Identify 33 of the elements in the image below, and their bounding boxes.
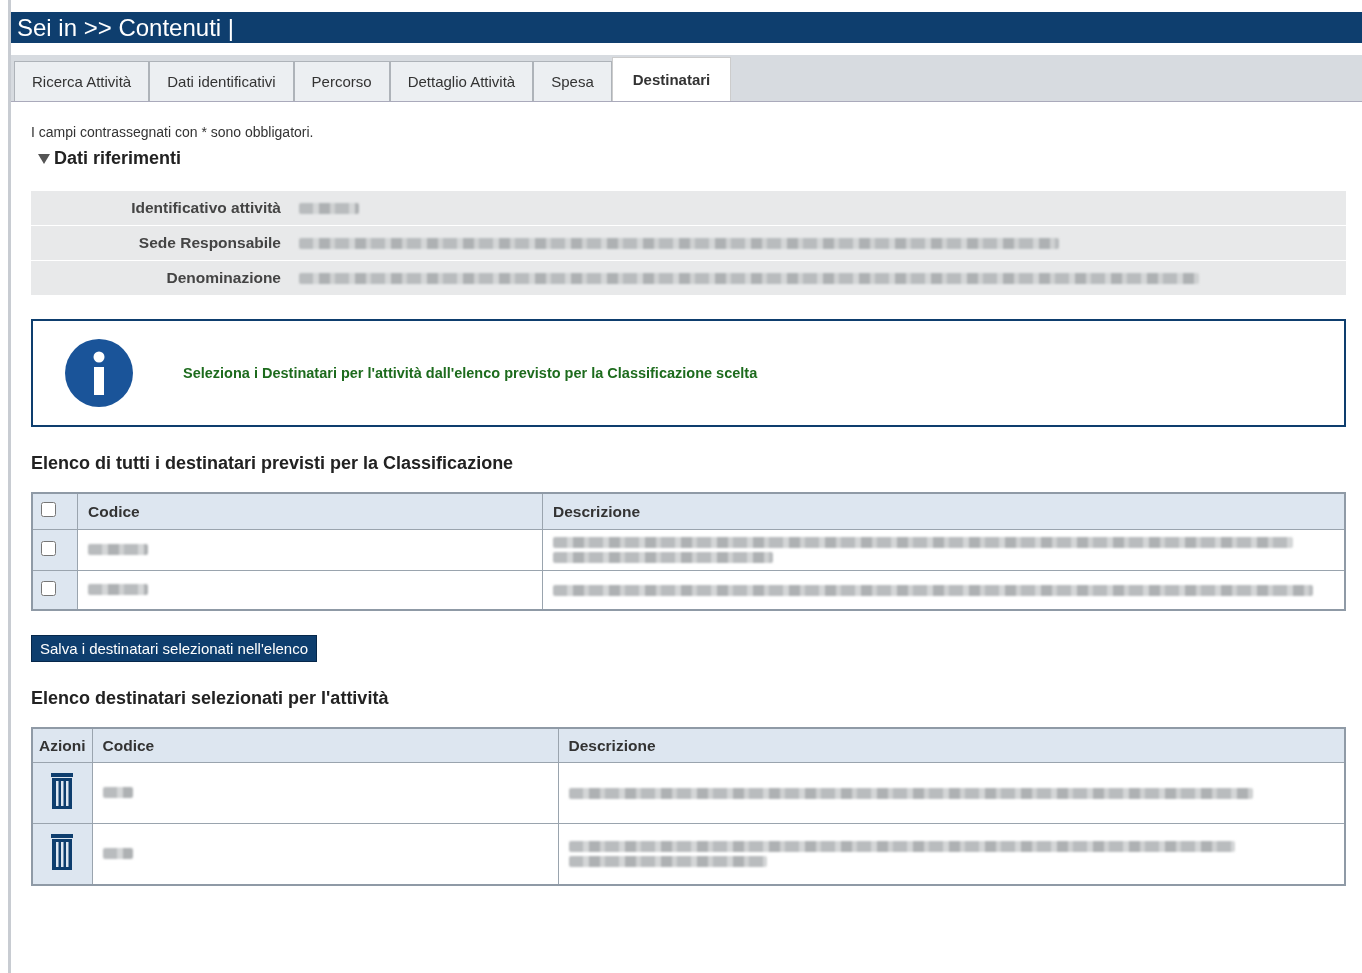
required-note: I campi contrassegnati con * sono obbligatori. (31, 124, 315, 140)
tab[interactable]: Percorso (293, 61, 390, 101)
column-header: Descrizione (558, 728, 1345, 763)
row-checkbox[interactable] (41, 540, 56, 556)
select-all-checkbox[interactable] (41, 502, 56, 517)
row-checkbox[interactable] (41, 580, 56, 596)
info-icon (65, 339, 133, 407)
save-button[interactable]: Salva i destinatari selezionati nell'elenco (31, 635, 318, 662)
tab[interactable]: Spesa (533, 61, 612, 101)
table-title: Elenco destinatari selezionati per l'attività (31, 688, 390, 709)
field-label: Identificativo attività (130, 199, 282, 217)
tab[interactable]: Dettaglio Attività (389, 61, 534, 101)
field-label: Sede Responsabile (137, 234, 282, 252)
breadcrumb: Sei in >> Contenuti | (17, 13, 235, 42)
tab[interactable]: Ricerca Attività (14, 61, 150, 101)
table-title: Elenco di tutti i destinatari previsti per la Classificazione (31, 453, 515, 474)
redacted-text (299, 202, 359, 214)
redacted-text (102, 848, 133, 859)
redacted-text (88, 544, 148, 555)
info-message: Seleziona i Destinatari per l'attività dall'elenco previsto per la Classificazione scelta (183, 365, 758, 381)
redacted-text (88, 584, 148, 595)
column-header: Azioni (32, 728, 92, 763)
field-label: Denominazione (165, 269, 282, 287)
tab[interactable]: Dati identificativi (149, 61, 294, 101)
trash-icon[interactable] (51, 834, 74, 870)
tab[interactable]: Destinatari (611, 57, 732, 101)
column-header: Codice (77, 493, 543, 530)
collapse-icon[interactable] (38, 152, 50, 165)
section-title: Dati riferimenti (54, 148, 182, 169)
trash-icon[interactable] (51, 773, 74, 809)
column-header: Descrizione (542, 493, 1345, 530)
redacted-text (102, 787, 133, 798)
column-header: Codice (92, 728, 558, 763)
